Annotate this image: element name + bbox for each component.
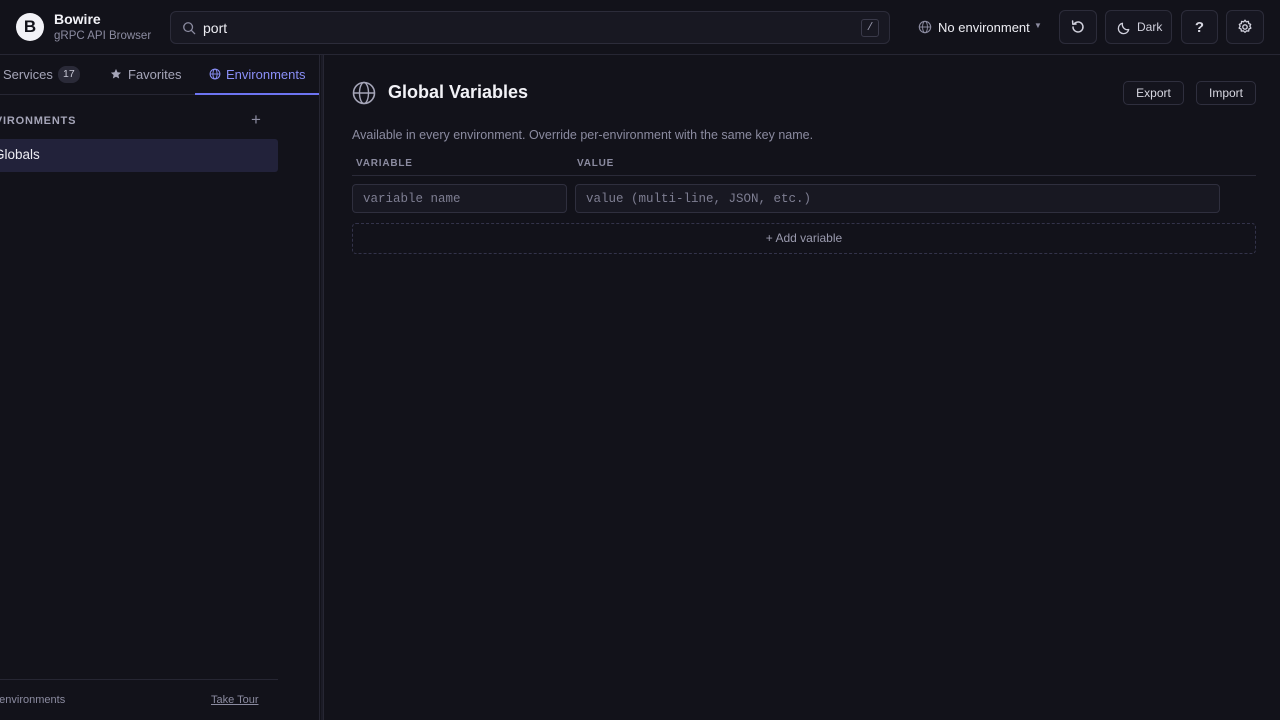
page-description: Available in every environment. Override… (352, 128, 814, 142)
import-button[interactable]: Import (1196, 81, 1256, 105)
environment-selector[interactable]: No environment ▼ (912, 13, 1047, 41)
gear-icon (1238, 19, 1252, 33)
environments-count-text: 0 environments (0, 694, 66, 706)
main-panel: Global Variables Export Import Available… (325, 55, 1280, 720)
sidebar: Services 17 Favorites Environments ENVIR… (0, 55, 320, 720)
globe-icon (352, 81, 376, 105)
search-shortcut-hint: / (861, 19, 879, 37)
app-name: Bowire (54, 11, 101, 27)
services-count-badge: 17 (58, 66, 80, 83)
search-icon (183, 22, 196, 35)
tab-services-label: Services (3, 67, 53, 82)
help-button[interactable]: ? (1181, 10, 1218, 44)
variable-value-input[interactable] (575, 184, 1220, 213)
tab-services[interactable]: Services 17 (0, 55, 90, 95)
sidebar-footer: 0 environments Take Tour (0, 679, 278, 720)
column-header-variable: VARIABLE (356, 158, 413, 169)
sidebar-tabs: Services 17 Favorites Environments (0, 55, 319, 95)
globe-icon (209, 68, 221, 80)
chevron-down-icon: ▼ (1034, 21, 1042, 30)
search-input[interactable] (203, 18, 823, 38)
tab-favorites[interactable]: Favorites (105, 55, 190, 95)
page-title: Global Variables (388, 82, 529, 102)
add-environment-button[interactable]: + (248, 111, 264, 128)
add-variable-button[interactable]: + Add variable (352, 223, 1256, 254)
top-bar: B Bowire gRPC API Browser / No environme… (0, 0, 1280, 55)
column-header-value: VALUE (577, 158, 615, 169)
bowire-logo-icon: B (16, 13, 44, 41)
theme-toggle-button[interactable]: Dark (1105, 10, 1172, 44)
tab-environments-label: Environments (226, 67, 306, 82)
environments-section-title: ENVIRONMENTS (0, 115, 77, 127)
sidebar-item-label: Globals (0, 147, 40, 162)
header-divider (352, 175, 1256, 176)
theme-label: Dark (1137, 20, 1163, 34)
app-window: B Bowire gRPC API Browser / No environme… (0, 0, 1280, 720)
sidebar-resize-handle[interactable] (321, 55, 324, 720)
take-tour-link[interactable]: Take Tour (211, 694, 259, 706)
history-icon (1071, 20, 1084, 33)
globe-icon (918, 20, 932, 34)
environment-selector-label: No environment (938, 20, 1030, 35)
tab-favorites-label: Favorites (128, 67, 182, 82)
search-box[interactable]: / (170, 11, 890, 44)
star-icon (110, 68, 122, 79)
export-button[interactable]: Export (1123, 81, 1184, 105)
help-icon: ? (1194, 19, 1205, 36)
variable-name-input[interactable] (352, 184, 567, 213)
moon-icon (1117, 22, 1130, 35)
sidebar-item-globals[interactable]: Globals (0, 139, 278, 172)
tab-environments[interactable]: Environments (195, 55, 319, 95)
settings-button[interactable] (1226, 10, 1264, 44)
history-button[interactable] (1059, 10, 1097, 44)
app-subtitle: gRPC API Browser (54, 30, 152, 42)
